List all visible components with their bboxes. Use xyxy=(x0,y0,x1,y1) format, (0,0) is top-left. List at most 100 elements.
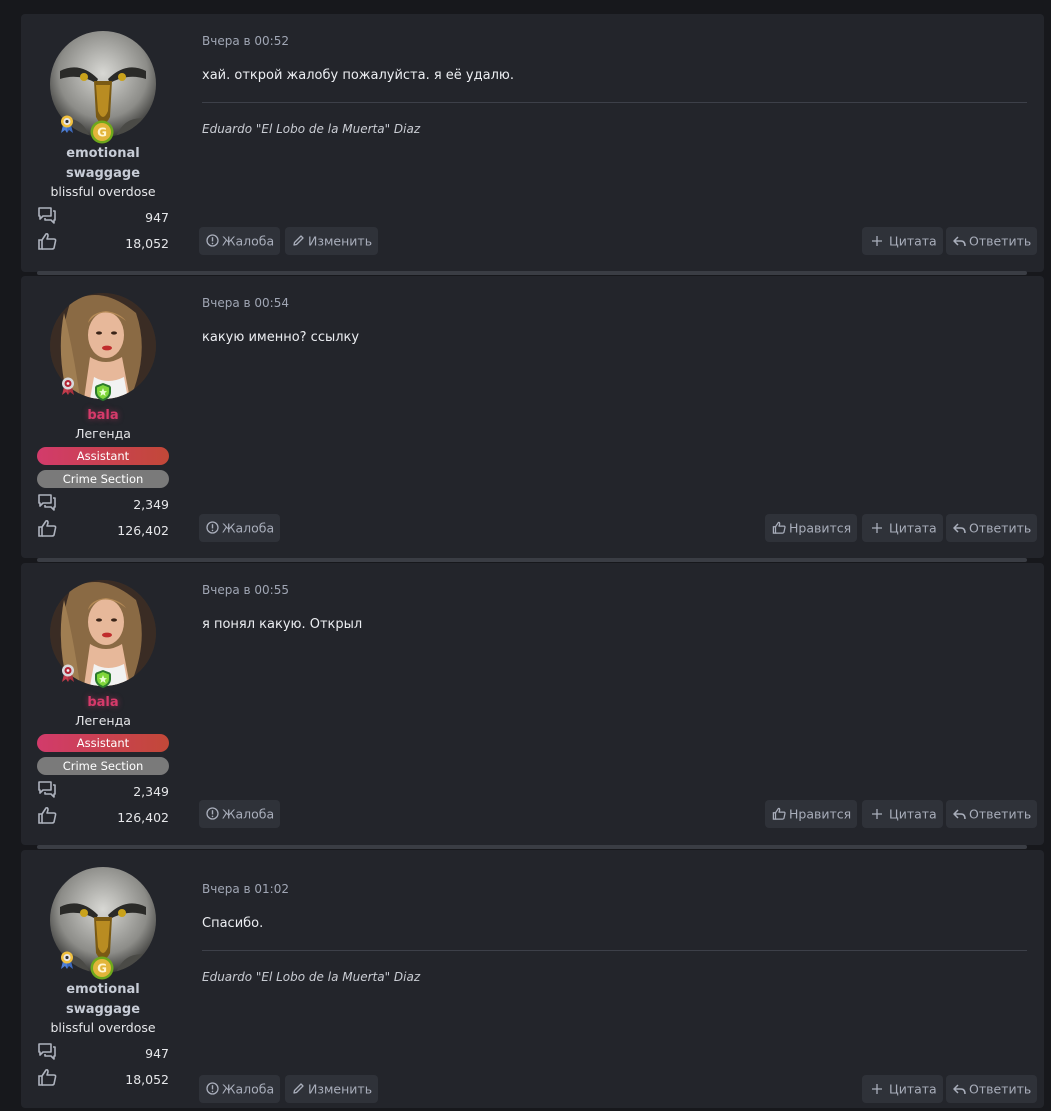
shield-star-badge-icon xyxy=(95,383,111,401)
like-button[interactable]: Нравится xyxy=(765,800,858,828)
user-info: G emotional swaggage blissful overdose 9… xyxy=(21,850,185,1108)
button-label: Жалоба xyxy=(222,233,275,249)
signature: Eduardo "El Lobo de la Muerta" Diaz xyxy=(202,122,421,136)
reply-button[interactable]: Ответить xyxy=(946,800,1038,828)
button-label: Изменить xyxy=(308,233,373,249)
button-label: Нравится xyxy=(789,520,852,536)
post-message: я понял какую. Открыл xyxy=(202,617,363,632)
button-label: Ответить xyxy=(969,520,1032,536)
thumbs-up-icon xyxy=(772,521,786,534)
post-separator xyxy=(37,558,1027,562)
button-label: Жалоба xyxy=(222,1081,275,1097)
edit-button[interactable]: Изменить xyxy=(285,1075,379,1103)
username-line[interactable]: swaggage xyxy=(37,164,169,184)
post-message: хай. открой жалобу пожалуйста. я её удал… xyxy=(202,68,514,83)
plus-icon xyxy=(872,522,882,533)
shield-star-badge-icon xyxy=(95,670,111,688)
post-time[interactable]: Вчера в 00:52 xyxy=(202,33,289,49)
award-badge-icon xyxy=(61,115,73,133)
user-title: blissful overdose xyxy=(50,184,156,199)
award-badge-icon xyxy=(62,377,74,395)
gold-coin-badge-icon: G xyxy=(90,956,114,980)
button-label: Жалоба xyxy=(222,806,275,822)
username[interactable]: emotional swaggage xyxy=(37,980,169,1020)
username[interactable]: bala xyxy=(37,406,169,426)
button-label: Цитата xyxy=(889,806,937,822)
user-info: bala Легенда Assistant Crime Section 2,3… xyxy=(21,276,185,558)
username-line[interactable]: emotional xyxy=(37,144,169,164)
reply-button[interactable]: Ответить xyxy=(946,227,1038,255)
award-badge-icon xyxy=(62,664,74,682)
svg-text:G: G xyxy=(97,126,107,140)
username-line[interactable]: swaggage xyxy=(37,1000,169,1020)
reply-button[interactable]: Ответить xyxy=(946,1075,1038,1103)
reply-arrow-icon xyxy=(953,522,966,533)
report-button[interactable]: Жалоба xyxy=(199,800,281,828)
reaction-score: 18,052 xyxy=(125,236,169,251)
alert-circle-icon xyxy=(206,521,219,534)
thumbs-up-icon xyxy=(38,232,57,250)
button-label: Жалоба xyxy=(222,520,275,536)
user-banner-crime-section: Crime Section xyxy=(37,757,169,775)
post: bala Легенда Assistant Crime Section 2,3… xyxy=(21,276,1044,558)
quote-button[interactable]: Цитата xyxy=(862,227,943,255)
alert-circle-icon xyxy=(206,1082,219,1095)
alert-circle-icon xyxy=(206,807,219,820)
quote-button[interactable]: Цитата xyxy=(862,1075,943,1103)
user-banner-crime-section: Crime Section xyxy=(37,470,169,488)
button-label: Нравится xyxy=(789,806,852,822)
plus-icon xyxy=(872,808,882,819)
report-button[interactable]: Жалоба xyxy=(199,1075,281,1103)
report-button[interactable]: Жалоба xyxy=(199,227,281,255)
button-label: Ответить xyxy=(969,806,1032,822)
username-line[interactable]: emotional xyxy=(37,980,169,1000)
post-time[interactable]: Вчера в 00:55 xyxy=(202,582,289,598)
post: G emotional swaggage blissful overdose 9… xyxy=(21,14,1044,272)
report-button[interactable]: Жалоба xyxy=(199,514,281,542)
svg-text:G: G xyxy=(97,962,107,976)
reply-arrow-icon xyxy=(953,1083,966,1094)
quote-button[interactable]: Цитата xyxy=(862,514,943,542)
thumbs-up-icon xyxy=(38,806,57,824)
button-label: Цитата xyxy=(889,520,937,536)
post-message: Спасибо. xyxy=(202,916,264,931)
like-button[interactable]: Нравится xyxy=(765,514,858,542)
username[interactable]: emotional swaggage xyxy=(37,144,169,184)
username[interactable]: bala xyxy=(37,693,169,713)
button-label: Изменить xyxy=(308,1081,373,1097)
post-time[interactable]: Вчера в 00:54 xyxy=(202,295,289,311)
post-message: какую именно? ссылку xyxy=(202,330,360,345)
user-info: G emotional swaggage blissful overdose 9… xyxy=(21,14,185,272)
post-time[interactable]: Вчера в 01:02 xyxy=(202,881,289,897)
button-label: Цитата xyxy=(889,1081,937,1097)
chat-bubbles-icon xyxy=(38,1043,56,1060)
user-banner-assistant: Assistant xyxy=(37,447,169,465)
alert-circle-icon xyxy=(206,234,219,247)
user-title: Легенда xyxy=(75,713,131,728)
pencil-icon xyxy=(293,1083,304,1094)
gold-coin-badge-icon: G xyxy=(90,120,114,144)
button-label: Ответить xyxy=(969,1081,1032,1097)
quote-button[interactable]: Цитата xyxy=(862,800,943,828)
edit-button[interactable]: Изменить xyxy=(285,227,379,255)
reply-arrow-icon xyxy=(953,235,966,246)
thumbs-up-icon xyxy=(38,1068,57,1086)
chat-bubbles-icon xyxy=(38,494,56,511)
user-info: bala Легенда Assistant Crime Section 2,3… xyxy=(21,563,185,845)
message-count: 2,349 xyxy=(133,784,169,799)
user-title: Легенда xyxy=(75,426,131,441)
reply-button[interactable]: Ответить xyxy=(946,514,1038,542)
chat-bubbles-icon xyxy=(38,781,56,798)
reaction-score: 126,402 xyxy=(117,523,169,538)
message-count: 947 xyxy=(145,1046,169,1061)
button-label: Цитата xyxy=(889,233,937,249)
plus-icon xyxy=(872,1083,882,1094)
signature: Eduardo "El Lobo de la Muerta" Diaz xyxy=(202,970,421,984)
post: G emotional swaggage blissful overdose 9… xyxy=(21,850,1044,1108)
thumbs-up-icon xyxy=(772,807,786,820)
post: bala Легенда Assistant Crime Section 2,3… xyxy=(21,563,1044,845)
user-banner-assistant: Assistant xyxy=(37,734,169,752)
thumbs-up-icon xyxy=(38,519,57,537)
user-title: blissful overdose xyxy=(50,1020,156,1035)
message-count: 947 xyxy=(145,210,169,225)
